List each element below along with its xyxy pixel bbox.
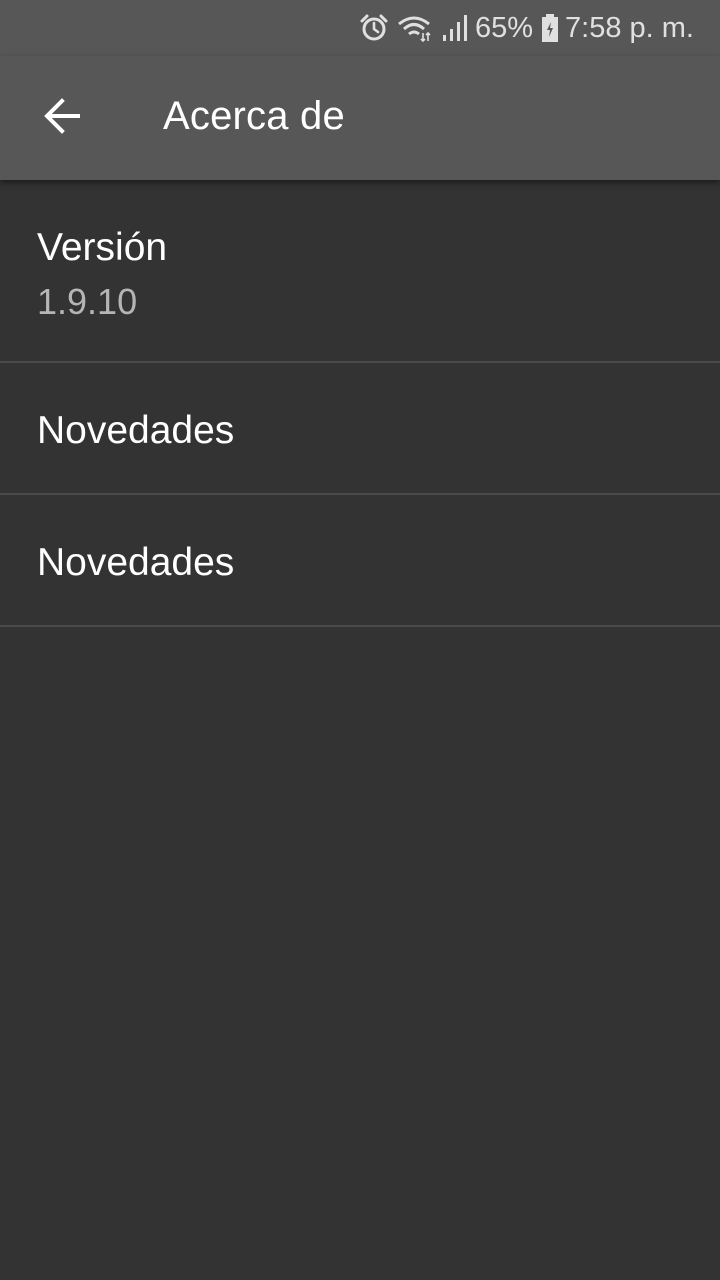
list-item-title: Novedades [37,541,235,584]
list-item[interactable]: Novedades [0,363,720,495]
arrow-back-icon [42,96,82,141]
version-value: 1.9.10 [37,281,138,322]
status-bar: 65% 7:58 p. m. [0,0,720,56]
battery-icon [541,13,559,43]
version-label: Versión [37,226,168,269]
wifi-icon [397,13,433,43]
battery-percent: 65% [474,11,534,44]
signal-icon [441,13,469,43]
about-list: Versión 1.9.10 Novedades Novedades [0,180,720,627]
back-button[interactable] [28,84,96,152]
app-bar: Acerca de [0,56,720,180]
clock: 7:58 p. m. [565,11,694,44]
list-item-title: Novedades [37,409,235,452]
version-item[interactable]: Versión 1.9.10 [0,180,720,363]
page-title: Acerca de [163,94,345,138]
alarm-icon [359,13,389,43]
list-item[interactable]: Novedades [0,495,720,627]
